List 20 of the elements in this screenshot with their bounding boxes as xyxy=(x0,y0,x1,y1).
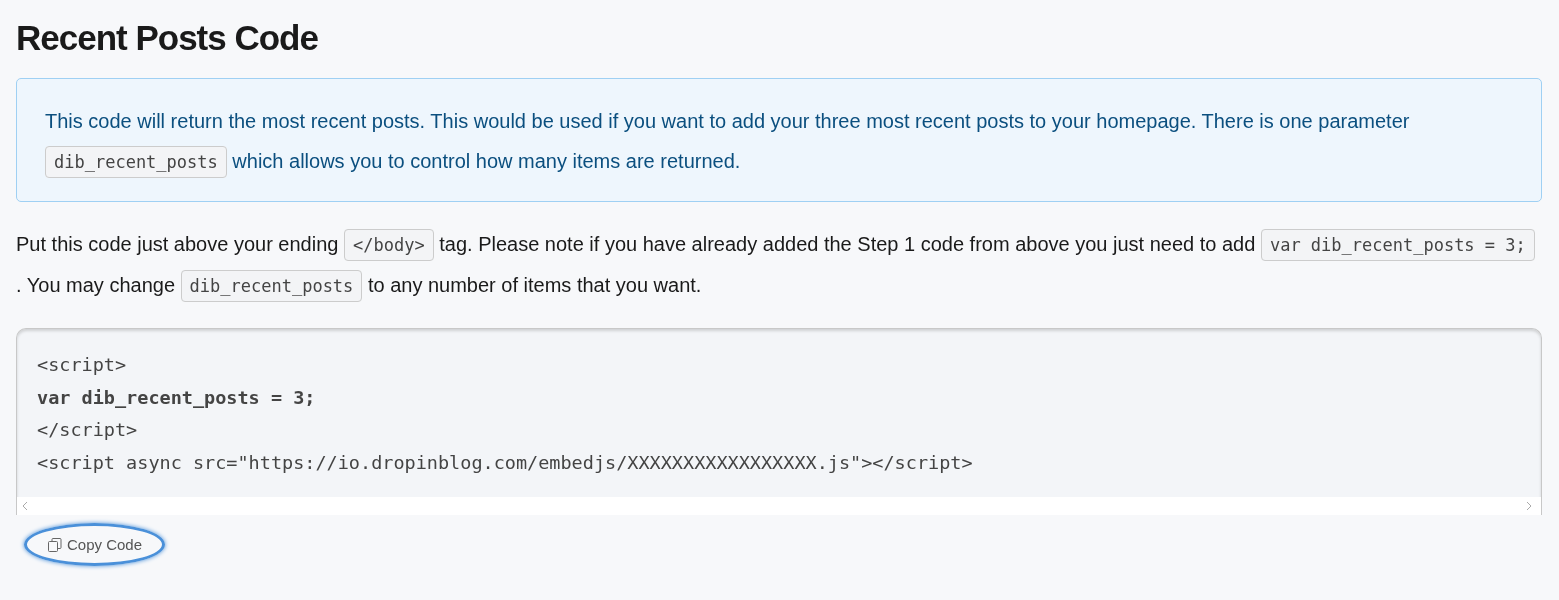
scroll-left-icon[interactable] xyxy=(21,501,29,511)
inline-code: </body> xyxy=(344,229,434,261)
info-text: which allows you to control how many items are returned. xyxy=(232,150,741,172)
page-title: Recent Posts Code xyxy=(16,18,319,58)
paragraph-text: tag. Please note if you have already added the Step 1 code from above you just need to add xyxy=(439,233,1256,255)
copy-icon xyxy=(47,536,63,553)
inline-code: dib_recent_posts xyxy=(45,146,227,178)
paragraph-text: to any number of items that you want. xyxy=(367,274,702,296)
inline-code: dib_recent_posts xyxy=(180,270,363,302)
code-line: var dib_recent_posts = 3; xyxy=(37,385,317,410)
horizontal-scrollbar[interactable] xyxy=(17,497,1541,515)
scroll-right-icon[interactable] xyxy=(1525,501,1533,511)
paragraph-text: . You may change xyxy=(16,274,175,296)
code-line: <script async src="https://io.dropinblog.com/embedjs/XXXXXXXXXXXXXXXXX.js"></script> xyxy=(37,450,974,475)
code-line: <script> xyxy=(37,353,128,377)
info-text: This code will return the most recent posts. This would be used if you want to add your three most recent posts to your homepage. There is one parameter xyxy=(45,110,1410,132)
code-line: </script> xyxy=(37,418,139,442)
copy-code-button[interactable]: Copy Code xyxy=(24,523,166,566)
inline-code: var dib_recent_posts = 3; xyxy=(1260,229,1535,261)
paragraph-text: Put this code just above your ending xyxy=(16,233,339,255)
